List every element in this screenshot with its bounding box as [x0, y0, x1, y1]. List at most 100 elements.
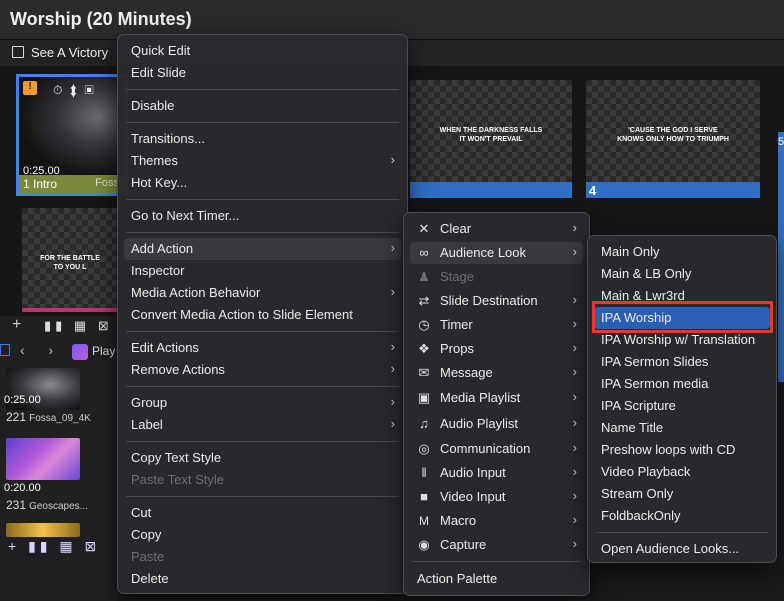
menu-item-label[interactable]: Label ›: [124, 414, 401, 436]
menu-item-remove-actions[interactable]: Remove Actions ›: [124, 359, 401, 381]
playlist-label[interactable]: Play: [92, 344, 115, 358]
menu-separator: [126, 386, 399, 387]
slide-4[interactable]: 'CAUSE THE GOD I SERVE KNOWS ONLY HOW TO …: [586, 80, 760, 198]
slide-destination-icon: ⇄: [418, 293, 430, 308]
look-preshow-loops[interactable]: Preshow loops with CD: [594, 439, 770, 461]
look-foldback-only[interactable]: FoldbackOnly: [594, 505, 770, 527]
look-ipa-sermon-slides[interactable]: IPA Sermon Slides: [594, 351, 770, 373]
timer-icon: ◷: [418, 317, 430, 332]
slide-5-edge[interactable]: 5: [778, 132, 784, 382]
menu-item-audio-input[interactable]: ‖ Audio Input ›: [410, 462, 583, 484]
menu-item-paste-text-style: Paste Text Style: [131, 472, 224, 487]
menu-item-inspector[interactable]: Inspector: [124, 260, 401, 282]
add-icon[interactable]: +: [12, 316, 21, 334]
look-main-only[interactable]: Main Only: [594, 241, 770, 263]
menu-item-action-palette[interactable]: Action Palette: [410, 568, 583, 590]
slide-footer: [410, 182, 572, 198]
media-thumbnail[interactable]: [6, 523, 80, 537]
menu-item-audience-look[interactable]: ∞ Audience Look ›: [410, 242, 583, 264]
communication-icon: ◎: [418, 441, 430, 456]
sidebar-toggle-icon[interactable]: [0, 344, 10, 356]
menu-separator: [126, 441, 399, 442]
menu-item-media-playlist[interactable]: ▣ Media Playlist ›: [410, 387, 583, 409]
menu-separator: [126, 199, 399, 200]
chevron-right-icon: ›: [390, 339, 395, 354]
slide-number-label: 1 Intro: [23, 177, 58, 191]
media-playlist-icon: ▣: [417, 390, 431, 405]
look-main-lb-only[interactable]: Main & LB Only: [594, 263, 770, 285]
menu-item-copy-text-style[interactable]: Copy Text Style: [124, 447, 401, 469]
message-icon: ✉: [418, 365, 430, 380]
look-stream-only[interactable]: Stream Only: [594, 483, 770, 505]
menu-item-transitions[interactable]: Transitions...: [124, 128, 401, 150]
slide-lyric: WHEN THE DARKNESS FALLS IT WON'T PREVAIL: [439, 127, 543, 143]
media-nav: ‹ › Play: [0, 340, 118, 362]
slide-3[interactable]: WHEN THE DARKNESS FALLS IT WON'T PREVAIL: [410, 80, 572, 198]
menu-item-clear[interactable]: ✕ Clear ›: [410, 218, 583, 240]
menu-separator: [412, 561, 581, 562]
menu-item-slide-destination[interactable]: ⇄ Slide Destination ›: [410, 290, 583, 312]
menu-item-media-action-behavior[interactable]: Media Action Behavior ›: [124, 282, 401, 304]
chevron-right-icon: ›: [572, 220, 577, 235]
menu-item-convert-media-action[interactable]: Convert Media Action to Slide Element: [124, 304, 401, 326]
menu-item-cut[interactable]: Cut: [124, 502, 401, 524]
media-name: 221 Fossa_09_4K: [6, 410, 91, 424]
menu-item-quick-edit[interactable]: Quick Edit: [124, 40, 401, 62]
slide-1[interactable]: ! ⏱ ⬍ ▣ 0:25.00 1 Intro Foss: [16, 74, 128, 196]
slide-footer: 1 Intro Foss: [19, 175, 125, 193]
presentation-name[interactable]: See A Victory: [31, 45, 108, 60]
chevron-right-icon: ›: [390, 394, 395, 409]
slide-context-menu: Quick Edit Edit Slide Disable Transition…: [117, 34, 408, 594]
props-icon: ❖: [418, 341, 430, 356]
warning-badge-icon: !: [23, 81, 37, 95]
menu-separator: [596, 532, 768, 533]
menu-item-communication[interactable]: ◎ Communication ›: [410, 438, 583, 460]
menu-item-hot-key[interactable]: Hot Key...: [124, 172, 401, 194]
menu-item-disable[interactable]: Disable: [124, 95, 401, 117]
menu-item-group[interactable]: Group ›: [124, 392, 401, 414]
menu-item-edit-actions[interactable]: Edit Actions ›: [124, 337, 401, 359]
slide-group-label: Foss: [95, 177, 119, 189]
menu-item-message[interactable]: ✉ Message ›: [410, 362, 583, 384]
chevron-right-icon: ›: [572, 415, 577, 430]
media-thumbnail[interactable]: [6, 438, 80, 480]
menu-item-macro[interactable]: M Macro ›: [410, 510, 583, 532]
menu-item-video-input[interactable]: ■ Video Input ›: [410, 486, 583, 508]
menu-separator: [126, 89, 399, 90]
macro-icon: M: [419, 514, 429, 528]
menu-item-copy[interactable]: Copy: [124, 524, 401, 546]
chevron-right-icon: ›: [572, 464, 577, 479]
media-name: 231 Geoscapes...: [6, 498, 89, 512]
menu-item-add-action[interactable]: Add Action ›: [124, 238, 401, 260]
video-input-icon: ■: [420, 489, 428, 504]
look-name-title[interactable]: Name Title: [594, 417, 770, 439]
menu-item-props[interactable]: ❖ Props ›: [410, 338, 583, 360]
look-video-playback[interactable]: Video Playback: [594, 461, 770, 483]
menu-item-themes[interactable]: Themes ›: [124, 150, 401, 172]
menu-item-edit-slide[interactable]: Edit Slide: [124, 62, 401, 84]
chevron-right-icon: ›: [390, 361, 395, 376]
slide-footer: 4: [586, 182, 760, 198]
media-controls-icons[interactable]: + ▮▮ ▦ ⊠: [8, 538, 100, 555]
menu-item-audio-playlist[interactable]: ♫ Audio Playlist ›: [410, 413, 583, 435]
chevron-right-icon: ›: [390, 240, 395, 255]
menu-item-go-to-next-timer[interactable]: Go to Next Timer...: [124, 205, 401, 227]
view-mode-icons[interactable]: ▮▮ ▦ ⊠: [44, 318, 113, 334]
menu-item-timer[interactable]: ◷ Timer ›: [410, 314, 583, 336]
chevron-right-icon: ›: [390, 284, 395, 299]
slide-lyric: FOR THE BATTLE TO YOU L: [40, 255, 100, 271]
slide-action-icons: ⏱ ⬍ ▣: [53, 83, 96, 97]
chevron-right-icon: ›: [572, 440, 577, 455]
menu-item-capture[interactable]: ◉ Capture ›: [410, 534, 583, 556]
chevron-right-icon: ›: [390, 416, 395, 431]
open-audience-looks[interactable]: Open Audience Looks...: [594, 538, 770, 560]
menu-item-stage: ♟ Stage: [410, 266, 583, 288]
slide-6[interactable]: FOR THE BATTLE TO YOU L: [22, 208, 118, 312]
slide-footer: [22, 308, 118, 312]
propresenter-window: Worship (20 Minutes) See A Victory ! ⏱ ⬍…: [0, 0, 784, 601]
look-ipa-scripture[interactable]: IPA Scripture: [594, 395, 770, 417]
menu-item-delete[interactable]: Delete: [124, 568, 401, 590]
selection-highlight-outline: [592, 301, 773, 333]
look-ipa-sermon-media[interactable]: IPA Sermon media: [594, 373, 770, 395]
back-forward-icons[interactable]: ‹ ›: [20, 342, 63, 358]
